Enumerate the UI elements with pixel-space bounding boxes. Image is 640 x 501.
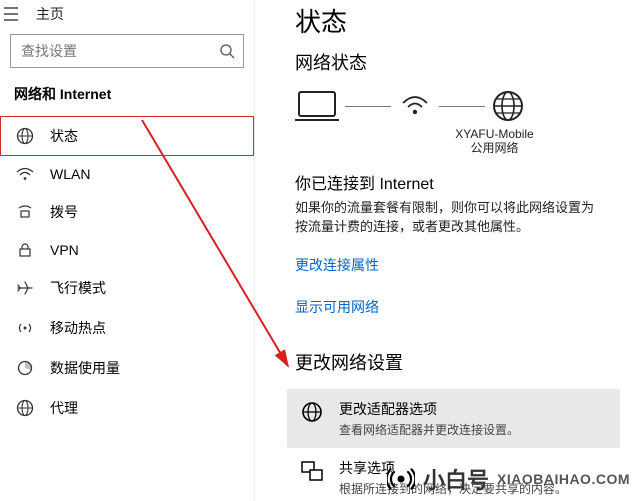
menu-icon[interactable] [4,7,26,21]
sidebar-item-label: 飞行模式 [50,278,106,298]
setting-title: 共享选项 [339,458,567,478]
category-label: 网络和 Internet [0,76,254,112]
sidebar-item-label: VPN [50,242,79,258]
connected-desc: 如果你的流量套餐有限制，则你可以将此网络设置为按流量计费的连接，或者更改其他属性… [295,198,595,237]
setting-title: 更改适配器选项 [339,399,519,419]
nav-list: 状态 WLAN 拨号 VPN [0,116,254,428]
setting-desc: 查看网络适配器并更改连接设置。 [339,421,519,438]
airplane-icon [16,280,36,296]
setting-adapter-options[interactable]: 更改适配器选项 查看网络适配器并更改连接设置。 [287,389,620,448]
dialup-icon [16,205,36,219]
sidebar-item-wlan[interactable]: WLAN [0,156,254,192]
hotspot-icon [16,320,36,336]
sidebar-item-label: 数据使用量 [50,358,120,378]
sidebar-item-label: 状态 [50,126,78,146]
sidebar-item-label: 代理 [50,398,78,418]
topbar: 主页 [0,0,254,24]
proxy-icon [16,399,36,417]
sidebar-item-status[interactable]: 状态 [0,116,254,156]
link-change-props[interactable]: 更改连接属性 [295,255,379,275]
status-icon [16,127,36,145]
wifi-icon [16,167,36,181]
home-label[interactable]: 主页 [36,4,64,24]
search-input[interactable] [19,42,219,60]
search-icon [219,43,235,59]
network-status-heading: 网络状态 [295,49,620,75]
sidebar-item-label: 移动热点 [50,318,106,338]
page-title: 状态 [295,2,620,39]
datausage-icon [16,360,36,376]
sidebar-item-dialup[interactable]: 拨号 [0,192,254,232]
network-type-label: 公用网络 [369,141,620,155]
vpn-icon [16,243,36,257]
device-icon [295,89,339,123]
main-content: 状态 网络状态 XYAFU-Mobile 公用网络 你已连接到 Internet… [255,0,640,501]
search-box[interactable] [10,34,244,68]
setting-sharing-options[interactable]: 共享选项 根据所连接到的网络，决定要共享的内容。 [295,448,620,501]
globe-icon [491,89,525,123]
sidebar-item-vpn[interactable]: VPN [0,232,254,268]
sidebar-item-proxy[interactable]: 代理 [0,388,254,428]
network-diagram [295,89,620,123]
sidebar: 主页 网络和 Internet 状态 WLAN [0,0,255,501]
sidebar-item-datausage[interactable]: 数据使用量 [0,348,254,388]
change-settings-heading: 更改网络设置 [295,349,620,375]
link-show-networks[interactable]: 显示可用网络 [295,297,379,317]
sidebar-item-hotspot[interactable]: 移动热点 [0,308,254,348]
adapter-icon [299,399,325,425]
diagram-caption: XYAFU-Mobile 公用网络 [369,127,620,156]
ssid-label: XYAFU-Mobile [369,127,620,141]
connected-title: 你已连接到 Internet [295,170,620,194]
setting-desc: 根据所连接到的网络，决定要共享的内容。 [339,480,567,497]
sidebar-item-airplane[interactable]: 飞行模式 [0,268,254,308]
sidebar-item-label: 拨号 [50,202,78,222]
sharing-icon [299,458,325,484]
router-icon [397,91,433,121]
sidebar-item-label: WLAN [50,166,90,182]
